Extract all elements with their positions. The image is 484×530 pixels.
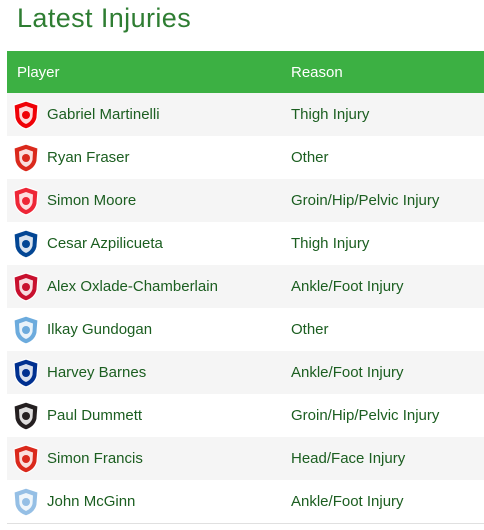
table-row[interactable]: Ryan Fraser Other bbox=[7, 136, 484, 179]
player-name[interactable]: Gabriel Martinelli bbox=[47, 106, 160, 123]
injury-reason: Ankle/Foot Injury bbox=[291, 493, 404, 510]
injury-reason: Ankle/Foot Injury bbox=[291, 364, 404, 381]
table-row[interactable]: Alex Oxlade-Chamberlain Ankle/Foot Injury bbox=[7, 265, 484, 308]
table-row[interactable]: John McGinn Ankle/Foot Injury bbox=[7, 480, 484, 523]
header-player: Player bbox=[17, 63, 60, 81]
player-name[interactable]: Cesar Azpilicueta bbox=[47, 235, 163, 252]
table-row[interactable]: Paul Dummett Groin/Hip/Pelvic Injury bbox=[7, 394, 484, 437]
injury-reason: Ankle/Foot Injury bbox=[291, 278, 404, 295]
sheffield-united-crest-icon bbox=[13, 185, 39, 216]
table-row[interactable]: Gabriel Martinelli Thigh Injury bbox=[7, 93, 484, 136]
injuries-table: Player Reason Gabriel Martinelli Thigh In… bbox=[7, 51, 484, 524]
table-body: Gabriel Martinelli Thigh Injury Ryan Frase… bbox=[7, 93, 484, 523]
table-row[interactable]: Cesar Azpilicueta Thigh Injury bbox=[7, 222, 484, 265]
player-cell: Alex Oxlade-Chamberlain bbox=[7, 271, 285, 303]
bournemouth-crest-icon bbox=[13, 443, 39, 474]
player-cell: Ilkay Gundogan bbox=[7, 314, 285, 346]
injury-reason: Other bbox=[291, 149, 329, 166]
player-cell: Simon Francis bbox=[7, 443, 285, 475]
liverpool-crest-icon bbox=[13, 271, 39, 302]
injury-reason: Groin/Hip/Pelvic Injury bbox=[291, 407, 440, 424]
newcastle-crest-icon bbox=[13, 400, 39, 431]
header-reason: Reason bbox=[291, 63, 343, 81]
injury-reason: Thigh Injury bbox=[291, 106, 370, 123]
player-cell: Harvey Barnes bbox=[7, 357, 285, 389]
player-name[interactable]: Simon Moore bbox=[47, 192, 136, 209]
manchester-city-crest-icon bbox=[13, 314, 39, 345]
table-row[interactable]: Simon Francis Head/Face Injury bbox=[7, 437, 484, 480]
injury-reason: Other bbox=[291, 321, 329, 338]
arsenal-crest-icon bbox=[13, 99, 39, 130]
player-cell: John McGinn bbox=[7, 486, 285, 518]
table-row[interactable]: Simon Moore Groin/Hip/Pelvic Injury bbox=[7, 179, 484, 222]
player-name[interactable]: Paul Dummett bbox=[47, 407, 142, 424]
bournemouth-crest-icon bbox=[13, 142, 39, 173]
player-name[interactable]: Ryan Fraser bbox=[47, 149, 130, 166]
leicester-city-crest-icon bbox=[13, 357, 39, 388]
player-name[interactable]: Ilkay Gundogan bbox=[47, 321, 152, 338]
chelsea-crest-icon bbox=[13, 228, 39, 259]
player-cell: Cesar Azpilicueta bbox=[7, 228, 285, 260]
player-name[interactable]: John McGinn bbox=[47, 493, 135, 510]
page-title: Latest Injuries bbox=[17, 3, 192, 33]
injury-reason: Thigh Injury bbox=[291, 235, 370, 252]
injury-reason: Groin/Hip/Pelvic Injury bbox=[291, 192, 440, 209]
player-name[interactable]: Simon Francis bbox=[47, 450, 143, 467]
player-name[interactable]: Harvey Barnes bbox=[47, 364, 146, 381]
aston-villa-crest-icon bbox=[13, 486, 39, 517]
player-cell: Ryan Fraser bbox=[7, 142, 285, 174]
injury-reason: Head/Face Injury bbox=[291, 450, 406, 467]
player-cell: Simon Moore bbox=[7, 185, 285, 217]
table-divider bbox=[7, 523, 484, 524]
table-row[interactable]: Harvey Barnes Ankle/Foot Injury bbox=[7, 351, 484, 394]
player-name[interactable]: Alex Oxlade-Chamberlain bbox=[47, 278, 218, 295]
table-row[interactable]: Ilkay Gundogan Other bbox=[7, 308, 484, 351]
table-header: Player Reason bbox=[7, 51, 484, 93]
player-cell: Gabriel Martinelli bbox=[7, 99, 285, 131]
player-cell: Paul Dummett bbox=[7, 400, 285, 432]
